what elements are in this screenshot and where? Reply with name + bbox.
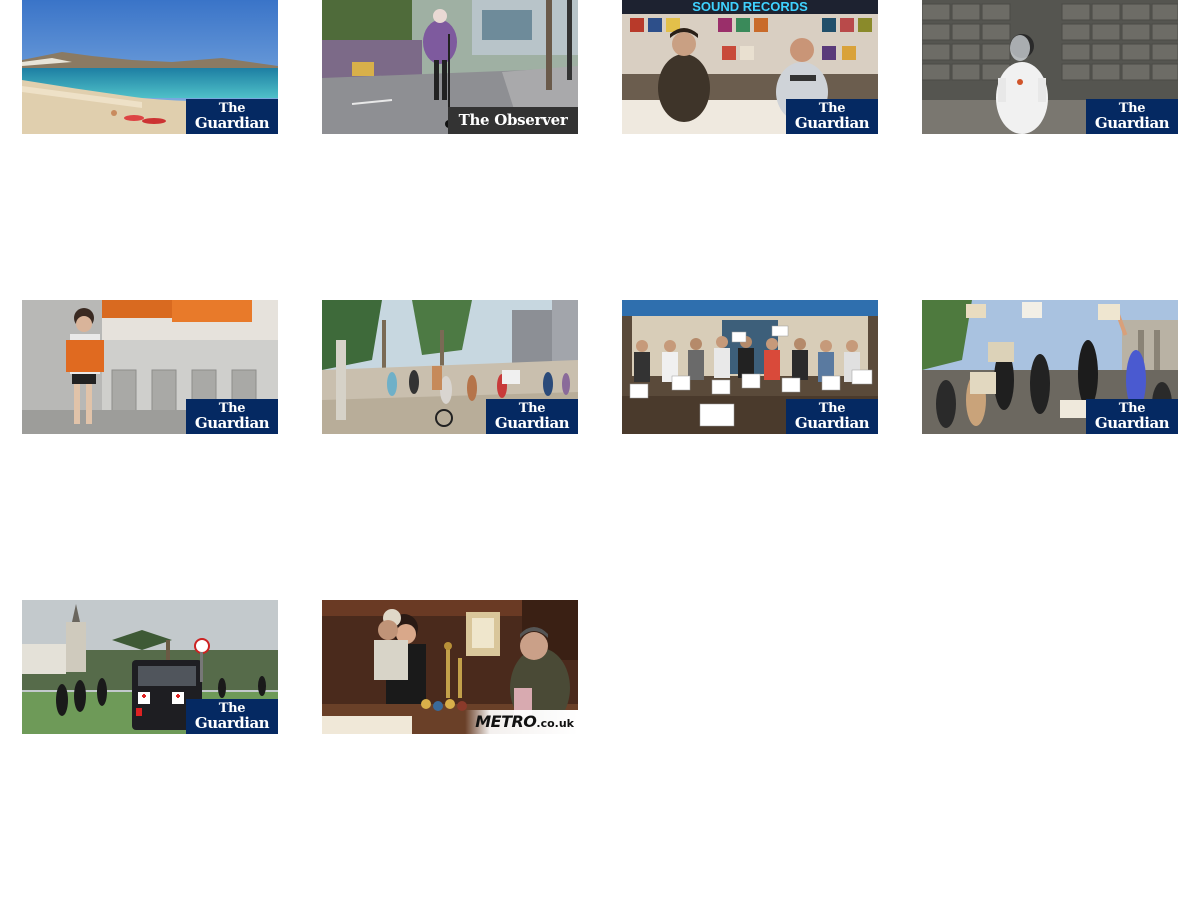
guardian-logo: The Guardian [1086, 399, 1178, 434]
guardian-logo: The Guardian [1086, 99, 1178, 134]
thumbnail-card-group-signs[interactable]: The Guardian [622, 300, 878, 434]
guardian-logo: The Guardian [186, 699, 278, 734]
thumbnail-card-protest[interactable]: The Guardian [922, 300, 1178, 434]
thumbnail-card-boardwalk[interactable]: The Guardian [322, 300, 578, 434]
guardian-logo: The Guardian [786, 99, 878, 134]
shop-sign-text: SOUND RECORDS [692, 0, 808, 14]
guardian-logo: The Guardian [186, 399, 278, 434]
thumbnail-card-park-van[interactable]: The Guardian [22, 600, 278, 734]
thumbnail-card-scooter[interactable]: The Observer [322, 0, 578, 134]
thumbnail-card-protective-suit[interactable]: The Guardian [922, 0, 1178, 134]
metro-logo: METRO.co.uk [465, 710, 578, 734]
guardian-logo: The Guardian [486, 399, 578, 434]
observer-logo: The Observer [448, 107, 578, 134]
thumbnail-card-record-shop[interactable]: SOUND RECORDS The Guardian [622, 0, 878, 134]
thumbnail-grid: The Guardian The Observer SOUND RECORDS … [0, 0, 1200, 900]
guardian-logo: The Guardian [786, 399, 878, 434]
thumbnail-card-ticket-gates[interactable]: The Guardian [22, 300, 278, 434]
guardian-logo: The Guardian [186, 99, 278, 134]
thumbnail-card-beach[interactable]: The Guardian [22, 0, 278, 134]
thumbnail-card-pub-scene[interactable]: METRO.co.uk [322, 600, 578, 734]
